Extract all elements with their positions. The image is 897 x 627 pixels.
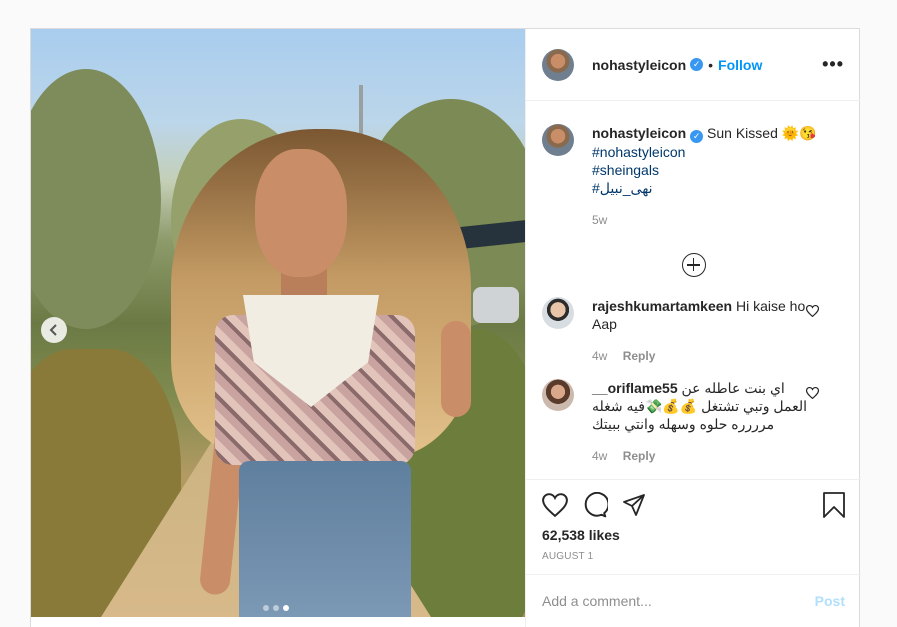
add-comment-bar: Post [526,574,861,627]
comment-meta: 4w Reply [592,447,812,465]
arm [441,321,471,417]
heart-icon[interactable] [542,493,568,517]
post-sidebar: nohastyleicon ✓ • Follow ••• nohastyleic… [525,29,861,627]
carousel-dot [273,605,279,611]
follow-button[interactable]: Follow [718,57,762,73]
comment: __oriflame55 اي بنت عاطله عن العمل وتبي … [542,379,845,465]
reply-button[interactable]: Reply [623,349,656,363]
post-header: nohastyleicon ✓ • Follow ••• [526,29,860,101]
comment-body: rajeshkumartamkeen Hi kaise ho Aap 4w Re… [592,297,812,365]
username-link[interactable]: __oriflame55 [592,380,678,396]
post-actions: 62,538 likes AUGUST 1 [526,479,861,562]
comment-like-icon[interactable] [806,305,819,317]
header-name-row: nohastyleicon ✓ • Follow [592,57,762,73]
person [151,125,501,617]
verified-icon: ✓ [690,130,704,143]
bookmark-icon[interactable] [823,492,845,518]
comment-input[interactable] [542,593,815,609]
carousel-dot-active [283,605,289,611]
face [255,149,347,277]
comment-age: 4w [592,349,608,363]
comments-section[interactable]: nohastyleicon ✓ Sun Kissed 🌞😘 #nohastylei… [526,102,861,479]
reply-button[interactable]: Reply [623,449,656,463]
hashtag-link[interactable]: #نهى_نبيل [592,179,817,197]
caption: nohastyleicon ✓ Sun Kissed 🌞😘 #nohastylei… [542,102,845,229]
comment-age: 4w [592,449,608,463]
post-date: AUGUST 1 [542,551,594,562]
comment-meta: 4w Reply [592,347,812,365]
post-comment-button[interactable]: Post [815,593,845,609]
caption-emoji: 🌞😘 [781,125,817,141]
chevron-left-icon [49,324,57,336]
avatar[interactable] [542,124,574,156]
caption-text: Sun Kissed [707,125,778,141]
post-card: nohastyleicon ✓ • Follow ••• nohastyleic… [30,28,861,627]
carousel-dot [263,605,269,611]
separator-bullet: • [708,56,714,73]
caption-body: nohastyleicon ✓ Sun Kissed 🌞😘 #nohastylei… [592,124,817,229]
jeans [239,461,411,617]
hashtag-link[interactable]: #sheingals [592,161,817,179]
post-photo[interactable] [31,29,525,617]
comment-like-icon[interactable] [806,387,819,399]
load-more-comments[interactable] [542,253,845,277]
previous-photo-button[interactable] [41,317,67,343]
background-tree [31,69,161,329]
avatar[interactable] [542,48,574,81]
hashtag-link[interactable]: #nohastyleicon [592,143,817,161]
caption-age: 5w [592,213,608,227]
verified-icon: ✓ [690,58,704,71]
carousel-indicator [263,605,289,611]
comment-icon[interactable] [582,492,608,518]
share-icon[interactable] [622,493,646,517]
likes-count[interactable]: 62,538 likes [542,527,845,543]
username-link[interactable]: nohastyleicon [592,57,686,73]
comment: rajeshkumartamkeen Hi kaise ho Aap 4w Re… [542,297,845,365]
load-more-icon[interactable] [681,253,706,277]
avatar[interactable] [542,297,574,329]
avatar[interactable] [542,379,574,411]
comment-body: __oriflame55 اي بنت عاطله عن العمل وتبي … [592,379,812,465]
username-link[interactable]: nohastyleicon [592,125,686,141]
more-icon[interactable]: ••• [822,54,844,75]
username-link[interactable]: rajeshkumartamkeen [592,298,732,314]
action-bar [542,492,845,518]
